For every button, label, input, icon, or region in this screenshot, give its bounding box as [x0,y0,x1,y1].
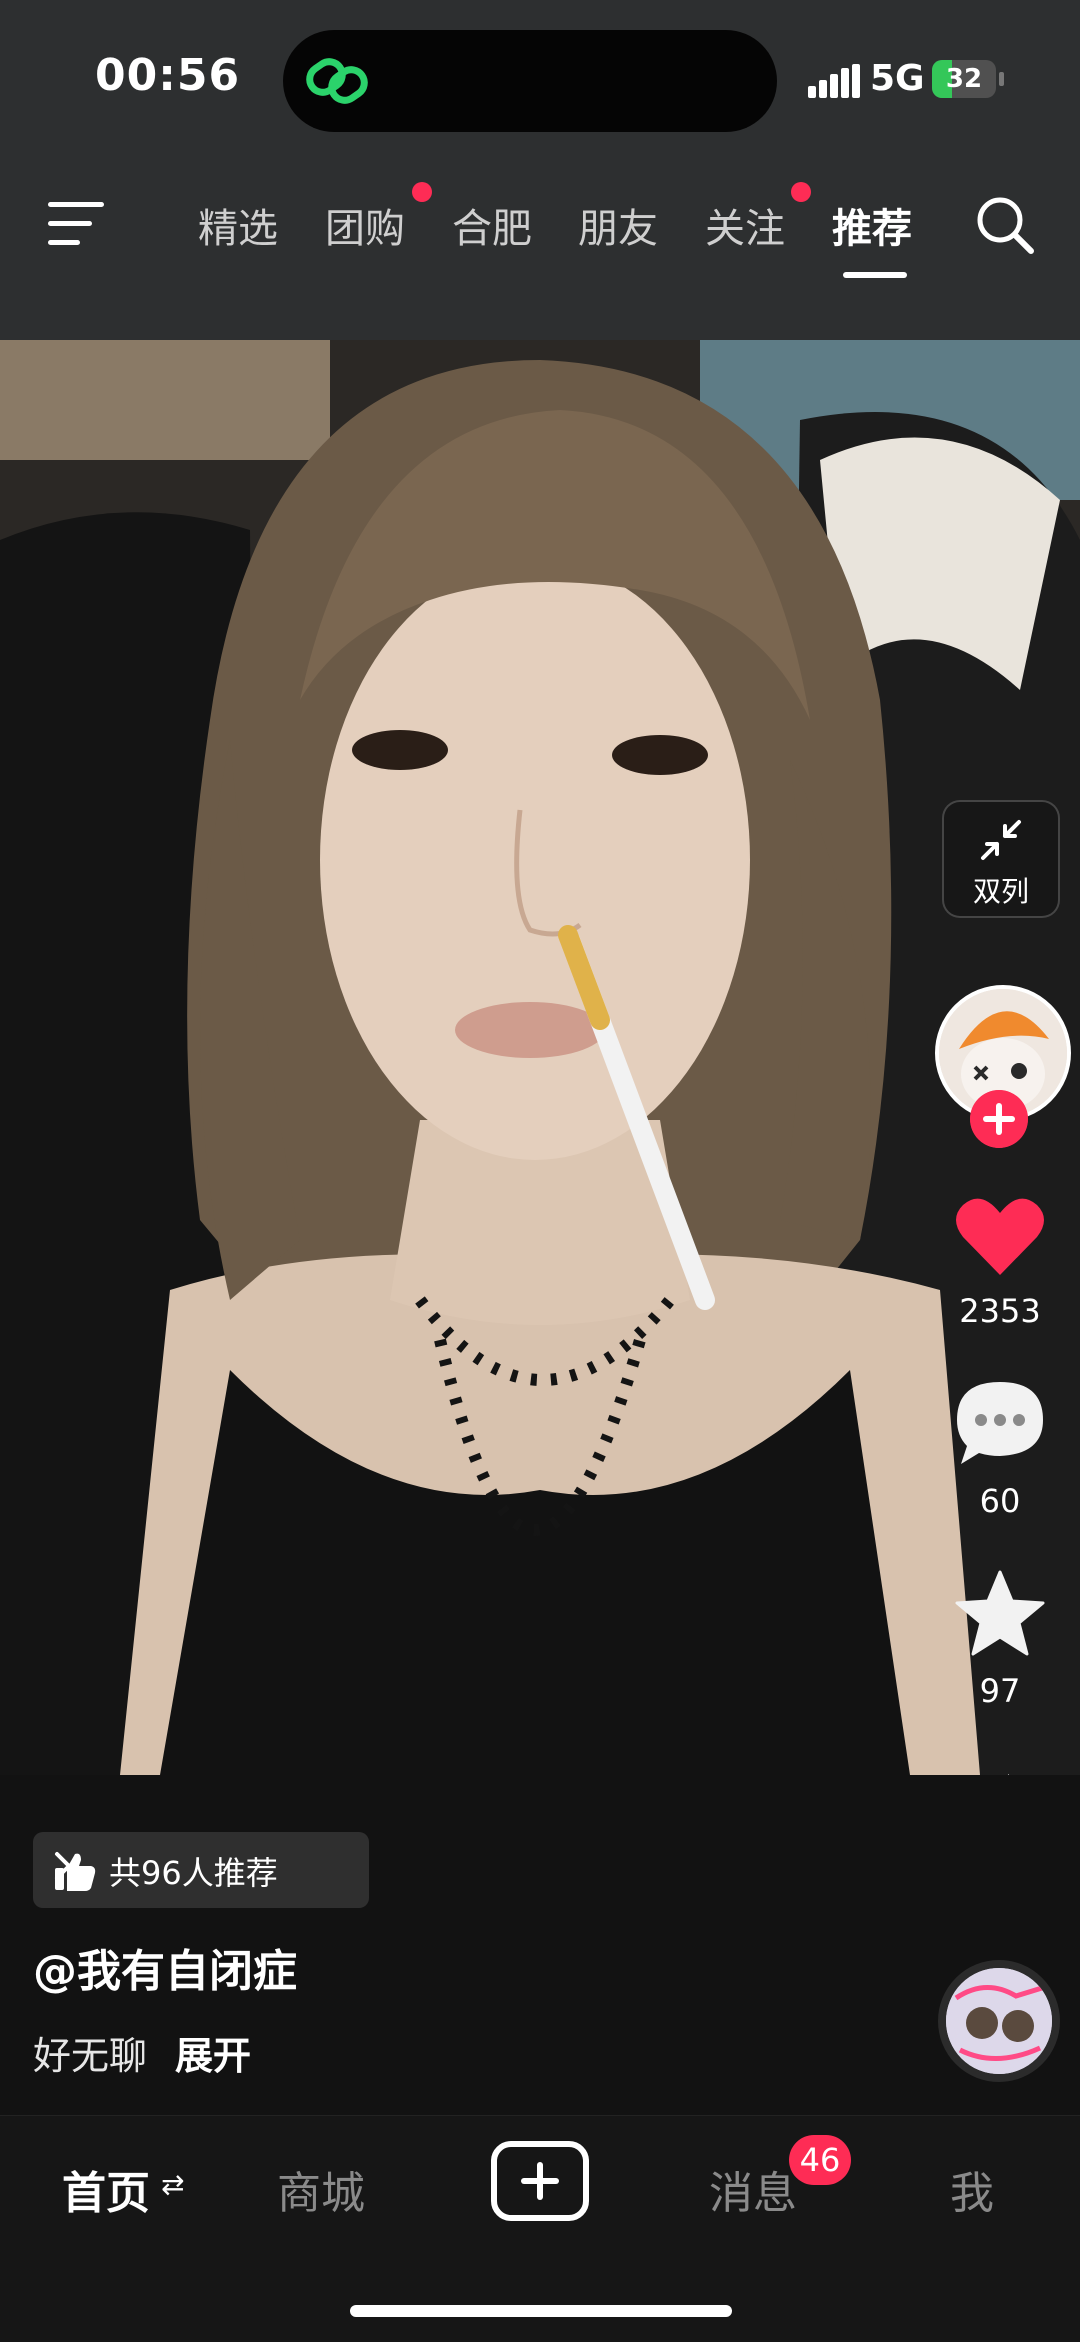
nav-mall[interactable]: 商城 [277,2157,365,2221]
music-disc[interactable] [938,1960,1060,2082]
tab-friends[interactable]: 朋友 [578,196,658,254]
music-cover [946,1968,1052,2074]
recommend-text: 共96人推荐 [109,1854,278,1892]
nav-me[interactable]: 我 [950,2157,994,2221]
link-app-icon [306,58,368,104]
expand-link[interactable]: 展开 [175,2025,251,2080]
video-frame[interactable] [0,340,1080,1775]
top-nav: 番 精选 团购 合肥 朋友 关注 推荐 [0,150,1080,340]
home-indicator [350,2305,732,2317]
heart-icon[interactable] [955,1195,1045,1277]
battery-icon: 32 [932,60,1004,98]
active-tab-indicator [843,272,907,278]
swap-icon[interactable]: ⇄ [161,2168,184,2201]
plus-icon [521,2162,559,2200]
menu-icon[interactable] [48,202,104,246]
author-name[interactable]: @我有自闭症 [33,1935,297,1999]
nav-messages[interactable]: 消息 [709,2157,797,2221]
star-icon[interactable] [955,1570,1045,1656]
create-button[interactable] [491,2141,589,2221]
tab-group-buy-dot [412,182,432,202]
follow-plus-button[interactable] [970,1090,1028,1148]
video-description: 好无聊 [33,2034,148,2078]
comment-icon[interactable] [955,1380,1045,1466]
recommend-pill[interactable]: 共96人推荐 [33,1832,369,1908]
like-count: 2353 [959,1292,1041,1330]
dynamic-island [283,30,777,132]
battery-label: 32 [945,64,983,94]
status-bar: 00:56 5G 32 [0,0,1080,150]
network-type: 5G [870,58,925,99]
tab-following-dot [791,182,811,202]
favorite-count: 97 [979,1672,1021,1710]
tab-following[interactable]: 关注 [705,196,785,254]
signal-icon [808,64,860,98]
nav-home[interactable]: 首页 [62,2157,150,2221]
comment-count: 60 [979,1482,1021,1520]
dual-column-label: 双列 [972,875,1029,908]
collapse-arrows-icon [981,820,1021,860]
chevron-right-icon [55,1852,71,1880]
tab-recommend[interactable]: 推荐 [832,196,912,254]
tab-hefei[interactable]: 合肥 [452,196,532,254]
tab-featured[interactable]: 精选 [198,196,278,254]
dual-column-button[interactable]: 双列 [942,800,1060,918]
status-time: 00:56 [95,50,241,101]
messages-badge: 46 [789,2135,851,2185]
search-icon[interactable] [974,194,1036,256]
video-image [0,340,1080,1775]
tab-group-buy[interactable]: 团购 [325,196,405,254]
